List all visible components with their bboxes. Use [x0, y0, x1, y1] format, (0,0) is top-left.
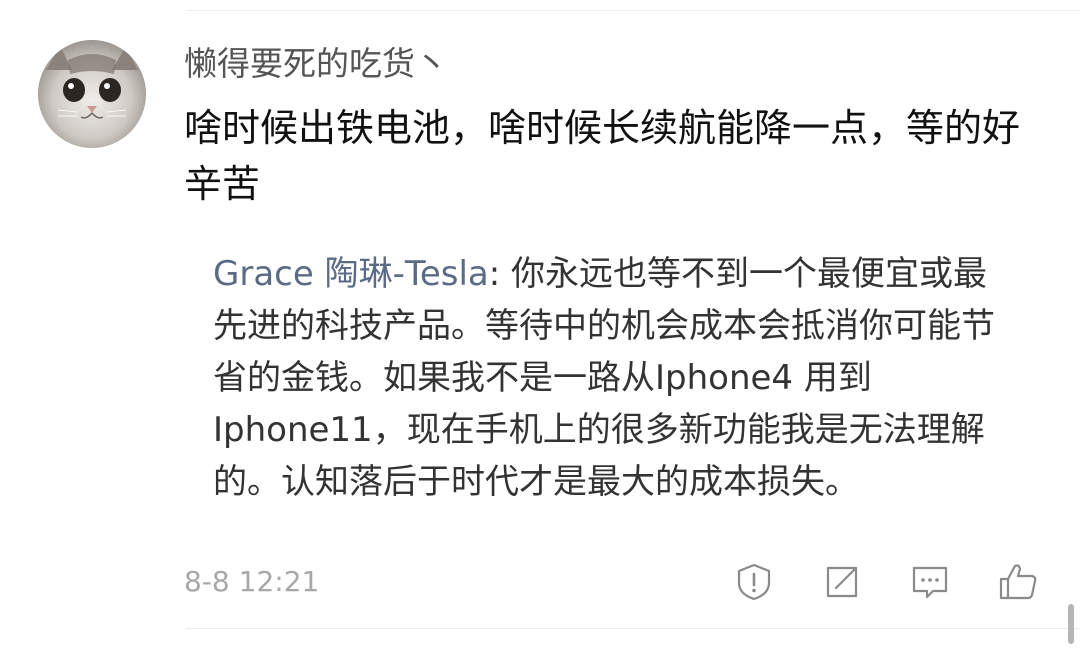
- reply-comment-icon: [912, 566, 948, 599]
- like-icon: [999, 564, 1037, 600]
- avatar[interactable]: [38, 40, 146, 148]
- bottom-divider: [186, 628, 1080, 629]
- report-icon: [737, 563, 771, 601]
- like-button[interactable]: [996, 560, 1040, 604]
- report-button[interactable]: [732, 560, 776, 604]
- reply-author[interactable]: Grace 陶琳-Tesla: [213, 254, 489, 294]
- share-button[interactable]: [820, 560, 864, 604]
- reply-block[interactable]: Grace 陶琳-Tesla: 你永远也等不到一个最便宜或最先进的科技产品。等待…: [213, 248, 1013, 508]
- top-divider: [186, 10, 1080, 11]
- comment-page: 懒得要死的吃货丶 啥时候出铁电池，啥时候长续航能降一点，等的好辛苦 Grace …: [0, 0, 1080, 649]
- timestamp: 8-8 12:21: [184, 565, 320, 598]
- reply-separator: :: [488, 254, 501, 294]
- reply-comment-button[interactable]: [908, 560, 952, 604]
- scrollbar[interactable]: [1068, 604, 1074, 644]
- share-icon: [826, 566, 858, 598]
- comment-username[interactable]: 懒得要死的吃货丶: [184, 41, 448, 87]
- cat-avatar-image: [38, 40, 146, 148]
- comment-meta-row: 8-8 12:21: [184, 560, 1080, 604]
- comment-text: 啥时候出铁电池，啥时候长续航能降一点，等的好辛苦: [184, 106, 1021, 206]
